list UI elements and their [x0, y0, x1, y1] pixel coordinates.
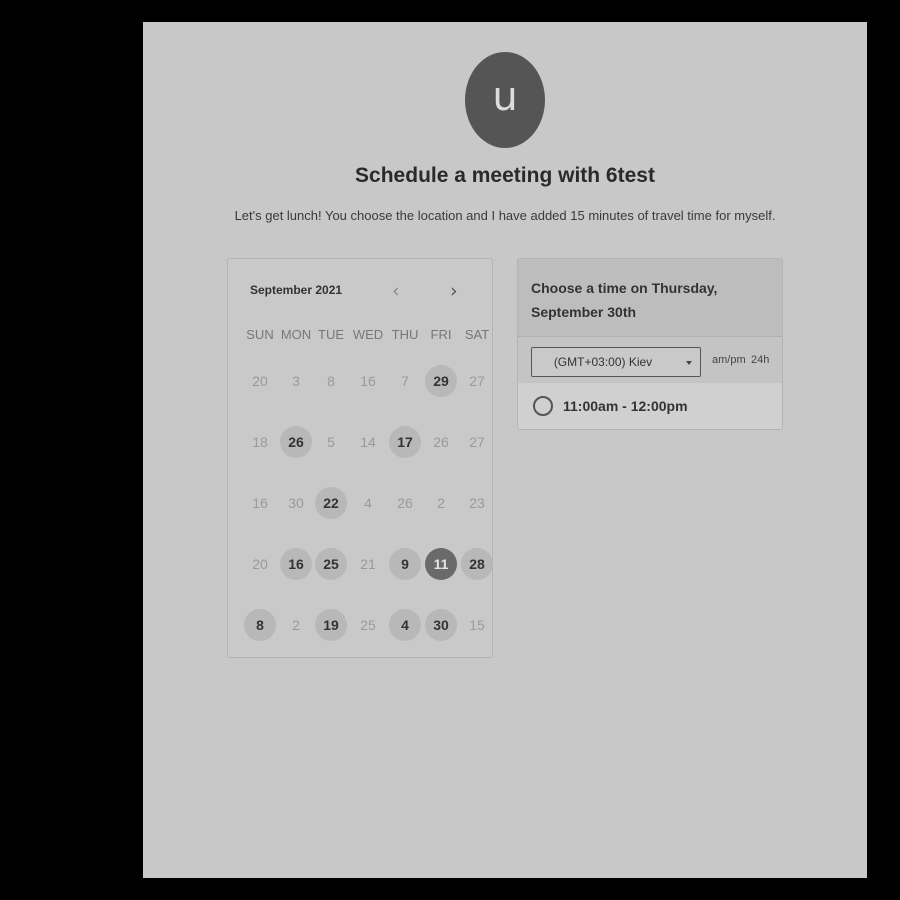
calendar-day: 26	[433, 434, 449, 450]
timezone-value: (GMT+03:00) Kiev	[553, 355, 653, 369]
calendar-day: 26	[397, 495, 413, 511]
calendar-day: 25	[360, 617, 376, 633]
calendar-day: 16	[360, 373, 376, 389]
calendar-day: 16	[252, 495, 268, 511]
time-panel-heading: Choose a time on Thursday, September 30t…	[531, 280, 718, 320]
calendar-day: 27	[469, 434, 485, 450]
time-selection-panel: Choose a time on Thursday, September 30t…	[517, 258, 783, 430]
calendar-day: 30	[288, 495, 304, 511]
avatar-initial: u	[492, 74, 518, 120]
calendar-day-available[interactable]: 9	[389, 548, 421, 580]
calendar-day-available[interactable]: 30	[425, 609, 457, 641]
calendar: September 2021 ‹ › SUN MON TUE WED THU FRI SAT…	[227, 258, 493, 658]
calendar-day-available[interactable]: 25	[315, 548, 347, 580]
calendar-day-available[interactable]: 26	[280, 426, 312, 458]
calendar-day-selected[interactable]: 11	[425, 548, 457, 580]
time-panel-header: Choose a time on Thursday, September 30t…	[518, 259, 782, 337]
caret-down-icon	[686, 361, 692, 365]
weekday-header: THU	[391, 327, 419, 342]
calendar-day-available[interactable]: 4	[389, 609, 421, 641]
calendar-grid: SUN MON TUE WED THU FRI SAT 20 3 8 16 7 29 27 18 26 5 14 1…	[228, 259, 494, 659]
time-slot-label: 11:00am - 12:00pm	[563, 398, 688, 414]
calendar-day: 18	[252, 434, 268, 450]
event-description: Let's get lunch! You choose the location…	[234, 208, 776, 223]
calendar-day: 8	[327, 373, 335, 389]
calendar-day: 14	[360, 434, 376, 450]
calendar-day: 27	[469, 373, 485, 389]
weekday-header: SAT	[464, 327, 490, 342]
calendar-day-available[interactable]: 16	[280, 548, 312, 580]
calendar-day: 4	[364, 495, 372, 511]
scheduling-page: u Schedule a meeting with 6test Let's ge…	[143, 22, 867, 878]
calendar-day-available[interactable]: 22	[315, 487, 347, 519]
page-title: Schedule a meeting with 6test	[355, 164, 655, 187]
calendar-day-available[interactable]: 19	[315, 609, 347, 641]
calendar-day: 15	[469, 617, 485, 633]
calendar-day: 2	[292, 617, 300, 633]
calendar-day: 7	[401, 373, 409, 389]
calendar-day: 23	[469, 495, 485, 511]
format-ampm-toggle[interactable]: am/pm	[712, 354, 746, 366]
weekday-header: SUN	[246, 327, 274, 342]
calendar-day-available[interactable]: 28	[461, 548, 493, 580]
calendar-day-available[interactable]: 17	[389, 426, 421, 458]
calendar-day: 21	[360, 556, 376, 572]
calendar-day-available[interactable]: 8	[244, 609, 276, 641]
weekday-header: MON	[280, 327, 312, 342]
calendar-day: 3	[292, 373, 300, 389]
calendar-day: 20	[252, 556, 268, 572]
weekday-header: TUE	[318, 327, 344, 342]
calendar-day: 5	[327, 434, 335, 450]
weekday-header: FRI	[430, 327, 452, 342]
calendar-day-available[interactable]: 29	[425, 365, 457, 397]
avatar: u	[465, 52, 545, 148]
timezone-select[interactable]: (GMT+03:00) Kiev	[531, 347, 701, 377]
weekday-header: WED	[352, 327, 384, 342]
calendar-day: 20	[252, 373, 268, 389]
radio-button[interactable]	[533, 396, 553, 416]
time-slot[interactable]: 11:00am - 12:00pm	[518, 383, 782, 429]
format-24h-toggle[interactable]: 24h	[751, 354, 769, 366]
calendar-day: 2	[437, 495, 445, 511]
